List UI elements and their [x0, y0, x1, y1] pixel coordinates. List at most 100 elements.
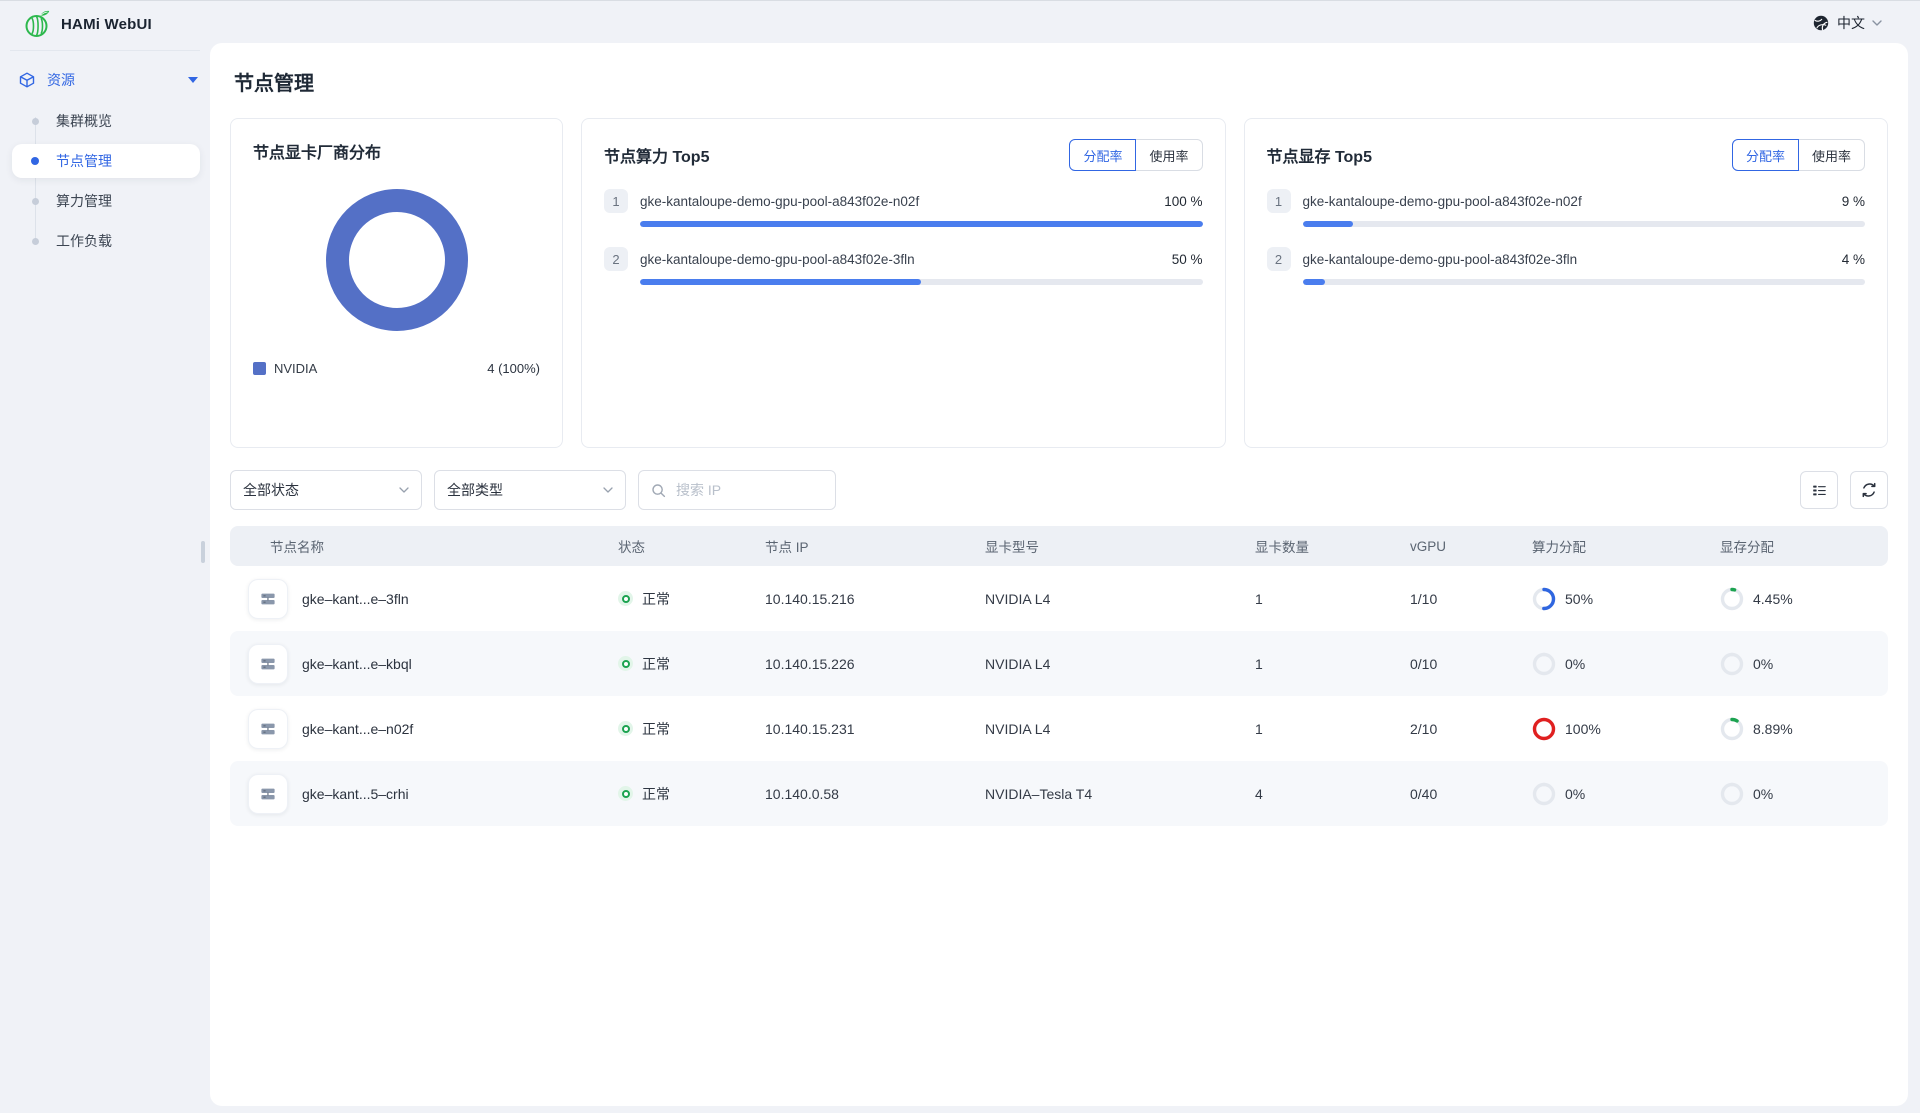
- memory-toggle-group: 分配率 使用率: [1732, 139, 1865, 171]
- node-tile: [248, 774, 288, 814]
- table-row[interactable]: gke–kant...e–3fln 正常 10.140.15.216 NVIDI…: [230, 566, 1888, 631]
- server-icon: [258, 784, 278, 804]
- sidebar: HAMi WebUI 资源 集群概览 节点管理 算力管理: [0, 1, 210, 1113]
- status-label: 正常: [642, 784, 670, 804]
- compute-top5-list: 1 gke-kantaloupe-demo-gpu-pool-a843f02e-…: [604, 189, 1203, 285]
- node-ip: 10.140.0.58: [765, 786, 985, 802]
- sidebar-item-label: 工作负载: [56, 231, 112, 251]
- globe-icon: [1812, 14, 1830, 32]
- search-icon: [651, 483, 666, 498]
- vgpu-ratio: 1/10: [1410, 591, 1532, 607]
- sidebar-item-node-management[interactable]: 节点管理: [0, 141, 210, 181]
- chevron-down-icon: [603, 487, 613, 493]
- rank-badge: 2: [1267, 247, 1291, 271]
- toggle-usage-rate[interactable]: 使用率: [1798, 139, 1865, 171]
- gpu-count: 4: [1255, 786, 1410, 802]
- node-tile: [248, 579, 288, 619]
- status-filter-select[interactable]: 全部状态: [230, 470, 422, 510]
- node-name[interactable]: gke–kant...5–crhi: [302, 786, 409, 802]
- list-item: 1 gke-kantaloupe-demo-gpu-pool-a843f02e-…: [604, 189, 1203, 227]
- sidebar-item-cluster-overview[interactable]: 集群概览: [0, 101, 210, 141]
- sidebar-item-label: 集群概览: [56, 111, 112, 131]
- vendor-legend[interactable]: NVIDIA 4 (100%): [253, 361, 540, 376]
- legend-label: NVIDIA: [274, 361, 317, 376]
- node-tile: [248, 644, 288, 684]
- column-header: 节点名称: [230, 536, 618, 556]
- sidebar-item-workloads[interactable]: 工作负载: [0, 221, 210, 261]
- vgpu-ratio: 0/40: [1410, 786, 1532, 802]
- list-item: 1 gke-kantaloupe-demo-gpu-pool-a843f02e-…: [1267, 189, 1866, 227]
- brand: HAMi WebUI: [22, 9, 152, 39]
- ip-search-box: [638, 470, 836, 510]
- gpu-count: 1: [1255, 721, 1410, 737]
- refresh-button[interactable]: [1850, 471, 1888, 509]
- progress-bar: [640, 279, 1203, 285]
- column-header: 显卡型号: [985, 536, 1255, 556]
- filter-bar: 全部状态 全部类型: [230, 470, 1888, 510]
- sidebar-item-compute-management[interactable]: 算力管理: [0, 181, 210, 221]
- toggle-allocation-rate[interactable]: 分配率: [1732, 139, 1799, 171]
- column-header: 算力分配: [1532, 536, 1720, 556]
- vgpu-ratio: 0/10: [1410, 656, 1532, 672]
- node-ip: 10.140.15.216: [765, 591, 985, 607]
- memory-allocation-value: 0%: [1753, 786, 1773, 802]
- toggle-allocation-rate[interactable]: 分配率: [1069, 139, 1136, 171]
- compute-allocation-value: 0%: [1565, 656, 1585, 672]
- table-row[interactable]: gke–kant...e–n02f 正常 10.140.15.231 NVIDI…: [230, 696, 1888, 761]
- progress-bar: [1303, 279, 1866, 285]
- server-icon: [258, 654, 278, 674]
- legend-swatch: [253, 362, 266, 375]
- gpu-model: NVIDIA L4: [985, 591, 1255, 607]
- status-ok-icon: [618, 591, 633, 606]
- toggle-usage-rate[interactable]: 使用率: [1135, 139, 1202, 171]
- node-name: gke-kantaloupe-demo-gpu-pool-a843f02e-3f…: [1303, 252, 1578, 267]
- chevron-down-icon[interactable]: [188, 77, 198, 83]
- status-filter-value: 全部状态: [243, 480, 299, 500]
- node-value: 100 %: [1164, 194, 1202, 209]
- table-header: 节点名称 状态 节点 IP 显卡型号 显卡数量 vGPU 算力分配 显存分配: [230, 526, 1888, 566]
- table-row[interactable]: gke–kant...e–kbql 正常 10.140.15.226 NVIDI…: [230, 631, 1888, 696]
- submenu-dot: [32, 238, 39, 245]
- compute-allocation-value: 0%: [1565, 786, 1585, 802]
- sidebar-group-label: 资源: [47, 70, 75, 90]
- compute-allocation-value: 100%: [1565, 721, 1601, 737]
- node-name[interactable]: gke–kant...e–n02f: [302, 721, 413, 737]
- status-label: 正常: [642, 589, 670, 609]
- type-filter-select[interactable]: 全部类型: [434, 470, 626, 510]
- memory-top5-list: 1 gke-kantaloupe-demo-gpu-pool-a843f02e-…: [1267, 189, 1866, 285]
- chevron-down-icon: [1872, 20, 1882, 26]
- search-input[interactable]: [674, 481, 814, 499]
- memory-top5-card: 节点显存 Top5 分配率 使用率 1 gke-kantaloupe-demo-…: [1244, 118, 1889, 448]
- column-header: 节点 IP: [765, 536, 985, 556]
- sidebar-item-label: 算力管理: [56, 191, 112, 211]
- progress-bar: [1303, 221, 1866, 227]
- submenu-dot: [32, 118, 39, 125]
- language-selector[interactable]: 中文: [1812, 10, 1882, 36]
- sidebar-divider: [10, 50, 200, 51]
- node-value: 4 %: [1842, 252, 1865, 267]
- cube-icon: [18, 71, 36, 89]
- sidebar-group-resources[interactable]: 资源: [18, 63, 198, 97]
- memory-allocation-value: 0%: [1753, 656, 1773, 672]
- legend-value: 4 (100%): [487, 361, 540, 376]
- node-value: 9 %: [1842, 194, 1865, 209]
- status-label: 正常: [642, 654, 670, 674]
- column-header: 显存分配: [1720, 536, 1888, 556]
- node-name: gke-kantaloupe-demo-gpu-pool-a843f02e-n0…: [1303, 194, 1582, 209]
- table-row[interactable]: gke–kant...5–crhi 正常 10.140.0.58 NVIDIA–…: [230, 761, 1888, 826]
- compute-ring-gauge: [1532, 717, 1556, 741]
- node-name[interactable]: gke–kant...e–3fln: [302, 591, 409, 607]
- submenu-dot: [31, 157, 39, 165]
- status-ok-icon: [618, 656, 633, 671]
- gpu-count: 1: [1255, 591, 1410, 607]
- node-ip: 10.140.15.231: [765, 721, 985, 737]
- node-name[interactable]: gke–kant...e–kbql: [302, 656, 412, 672]
- node-name: gke-kantaloupe-demo-gpu-pool-a843f02e-3f…: [640, 252, 915, 267]
- sidebar-item-label: 节点管理: [56, 151, 112, 171]
- sidebar-scroll-handle[interactable]: [201, 541, 205, 563]
- column-settings-button[interactable]: [1800, 471, 1838, 509]
- language-label: 中文: [1837, 13, 1865, 33]
- node-tile: [248, 709, 288, 749]
- column-header: vGPU: [1410, 539, 1532, 554]
- gpu-model: NVIDIA–Tesla T4: [985, 786, 1255, 802]
